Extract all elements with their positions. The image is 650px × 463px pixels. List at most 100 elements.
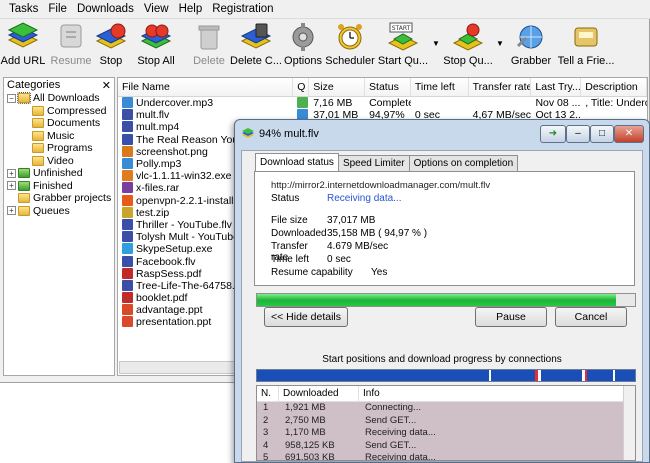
- scheduler-button[interactable]: Scheduler: [325, 19, 375, 73]
- minimize-icon: –: [575, 128, 581, 139]
- maximize-button[interactable]: □: [590, 125, 614, 143]
- connection-n: 2: [263, 414, 269, 426]
- add-url-button[interactable]: Add URL: [0, 19, 46, 73]
- tree-item-compressed[interactable]: Compressed: [4, 105, 114, 118]
- column-description[interactable]: Description: [581, 78, 647, 96]
- connection-row[interactable]: 4 958,125 KB Send GET...: [257, 439, 635, 452]
- column-queue[interactable]: Q: [293, 78, 310, 96]
- tell-friend-label: Tell a Frie...: [557, 55, 615, 67]
- expand-icon[interactable]: +: [7, 168, 16, 178]
- tree-item-documents[interactable]: Documents: [4, 117, 114, 130]
- tree-item-programs[interactable]: Programs: [4, 142, 114, 155]
- delete-completed-button[interactable]: Delete C...: [230, 19, 282, 73]
- expand-icon[interactable]: +: [7, 206, 16, 216]
- menu-registration[interactable]: Registration: [207, 3, 278, 15]
- download-url: http://mirror2.internetdownloadmanager.c…: [271, 180, 491, 191]
- stop-queue-button[interactable]: Stop Qu...: [440, 19, 496, 73]
- collapse-icon[interactable]: −: [7, 93, 16, 103]
- column-transfer-rate[interactable]: Transfer rate: [469, 78, 532, 96]
- stop-all-button[interactable]: Stop All: [126, 19, 186, 73]
- menu-view[interactable]: View: [139, 3, 174, 15]
- hide-details-button[interactable]: << Hide details: [264, 307, 348, 327]
- column-last-try[interactable]: Last Try...: [531, 78, 582, 96]
- connections-header: N. Downloaded Info: [257, 386, 635, 402]
- expand-icon[interactable]: +: [7, 181, 16, 191]
- file-type-icon: [122, 121, 133, 133]
- categories-title: Categories: [7, 79, 61, 91]
- options-button[interactable]: Options: [280, 19, 326, 73]
- horizontal-scrollbar[interactable]: [119, 361, 239, 374]
- tab-options-on-completion[interactable]: Options on completion: [408, 155, 519, 171]
- tree-item-music[interactable]: Music: [4, 130, 114, 143]
- file-type-icon: [122, 218, 133, 230]
- download-progress-bar: [256, 293, 636, 307]
- resume-button[interactable]: Resume: [46, 19, 96, 73]
- tree-item-finished[interactable]: + Finished: [4, 180, 114, 193]
- field-label: Downloaded: [271, 228, 327, 239]
- stop-queue-label: Stop Qu...: [443, 55, 493, 67]
- column-info: Info: [359, 386, 624, 401]
- status-value: Receiving data...: [327, 193, 402, 204]
- resume-capability-row: Resume capability Yes: [271, 267, 387, 278]
- delete-icon: [198, 25, 220, 50]
- connection-row[interactable]: 1 1,921 MB Connecting...: [257, 402, 635, 415]
- file-name: presentation.ppt: [136, 316, 212, 329]
- tree-item-queues[interactable]: + Queues: [4, 205, 114, 218]
- folder-icon: [18, 180, 30, 191]
- close-icon: ✕: [624, 128, 634, 139]
- file-name: RaspSess.pdf: [136, 267, 202, 280]
- column-size[interactable]: Size: [309, 78, 366, 96]
- folder-icon: [32, 155, 44, 166]
- column-status[interactable]: Status: [365, 78, 411, 96]
- add-url-label: Add URL: [0, 55, 46, 67]
- time-left-row: Time left 0 sec: [271, 254, 351, 265]
- delete-button[interactable]: Delete: [186, 19, 232, 73]
- field-label: Resume capability: [271, 267, 353, 278]
- stop-queue-dropdown[interactable]: ▼: [496, 19, 504, 73]
- minimize-button[interactable]: –: [566, 125, 590, 143]
- minimize-to-tray-button[interactable]: ➜: [540, 125, 566, 143]
- options-icon: [292, 23, 314, 51]
- tab-download-status[interactable]: Download status: [255, 153, 339, 171]
- column-time-left[interactable]: Time left: [411, 78, 469, 96]
- field-label: Time left: [271, 254, 309, 265]
- status-label: Status: [271, 193, 300, 204]
- connection-row[interactable]: 3 1,170 MB Receiving data...: [257, 427, 635, 440]
- file-type-icon: [122, 182, 133, 194]
- stop-label: Stop: [99, 55, 123, 67]
- file-name: screenshot.png: [136, 145, 208, 158]
- vertical-scrollbar[interactable]: [623, 386, 635, 460]
- add-url-icon: [7, 22, 39, 48]
- column-file-name[interactable]: File Name: [118, 78, 294, 96]
- menu-downloads[interactable]: Downloads: [72, 3, 139, 15]
- stop-button[interactable]: Stop: [95, 19, 127, 73]
- connection-row[interactable]: 2 2,750 MB Send GET...: [257, 414, 635, 427]
- cancel-button[interactable]: Cancel: [555, 307, 627, 327]
- close-button[interactable]: ✕: [614, 125, 644, 143]
- chevron-down-icon: ▼: [496, 39, 504, 48]
- tree-item-label: Unfinished: [33, 167, 83, 180]
- tree-item-all-downloads[interactable]: − All Downloads: [4, 92, 114, 105]
- grabber-button[interactable]: Grabber: [504, 19, 558, 73]
- tree-item-video[interactable]: Video: [4, 155, 114, 168]
- menu-file[interactable]: File: [43, 3, 72, 15]
- tell-friend-button[interactable]: Tell a Frie...: [558, 19, 614, 73]
- connections-title: Start positions and download progress by…: [322, 354, 562, 365]
- start-queue-button[interactable]: START Start Qu...: [374, 19, 432, 73]
- connection-downloaded: 691,503 KB: [285, 452, 335, 461]
- menu-help[interactable]: Help: [174, 3, 208, 15]
- menu-bar: Tasks File Downloads View Help Registrat…: [0, 0, 650, 19]
- start-queue-dropdown[interactable]: ▼: [432, 19, 440, 73]
- tree-item-unfinished[interactable]: + Unfinished: [4, 167, 114, 180]
- menu-tasks[interactable]: Tasks: [4, 3, 43, 15]
- close-icon[interactable]: ✕: [102, 79, 111, 92]
- file-type-icon: [122, 133, 133, 145]
- list-header: File Name Q Size Status Time left Transf…: [118, 78, 647, 97]
- tab-speed-limiter[interactable]: Speed Limiter: [337, 155, 410, 171]
- field-value: 35,158 MB ( 94,97 % ): [327, 228, 428, 239]
- tree-item-grabber-projects[interactable]: Grabber projects: [4, 192, 114, 205]
- pause-button[interactable]: Pause: [475, 307, 547, 327]
- connection-info: Connecting...: [365, 402, 421, 413]
- table-row[interactable]: Undercover.mp3 7,16 MB Complete Nov 08 ...,…: [118, 97, 647, 109]
- connection-row[interactable]: 5 691,503 KB Receiving data...: [257, 452, 635, 461]
